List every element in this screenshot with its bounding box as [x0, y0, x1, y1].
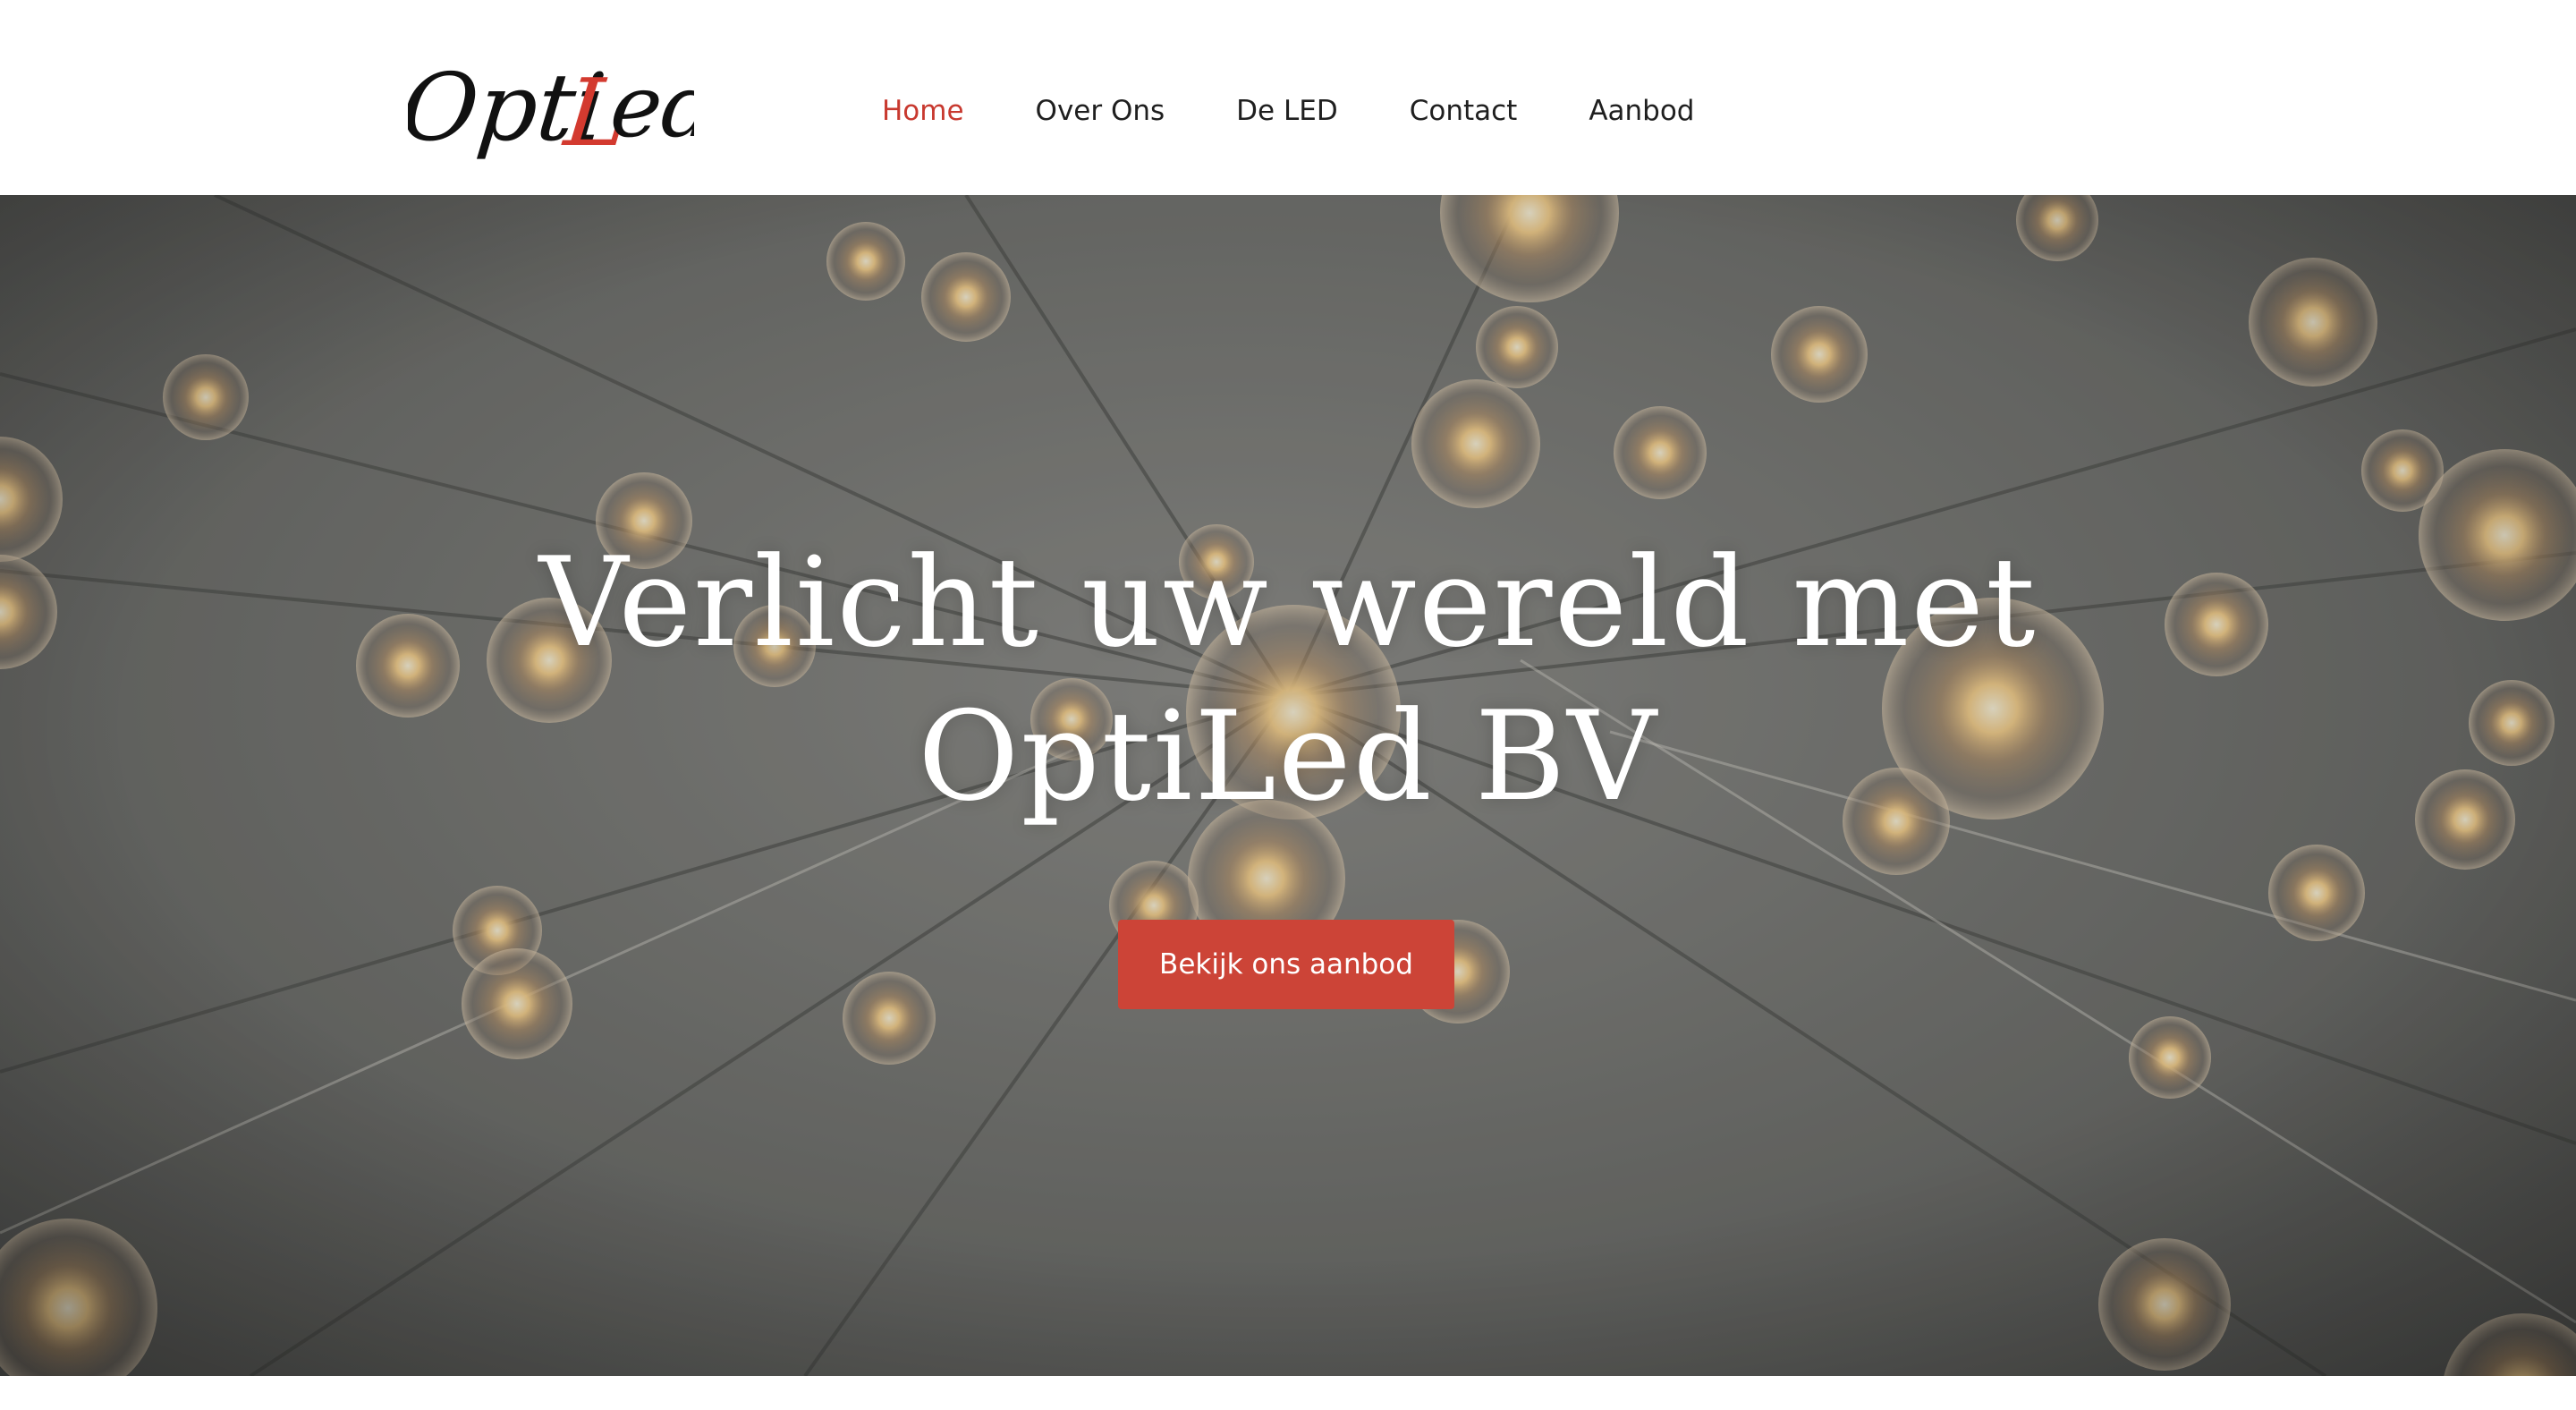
svg-text:ed: ed	[606, 56, 694, 157]
optiled-logo[interactable]: Opti L ed	[396, 50, 723, 175]
hero-heading: Verlicht uw wereld met OptiLed BV	[483, 526, 2093, 834]
nav-item-contact[interactable]: Contact	[1410, 95, 1518, 127]
nav-item-de-led[interactable]: De LED	[1236, 95, 1338, 127]
hero-heading-line-1: Verlicht uw wereld met	[538, 531, 2038, 675]
nav-item-over-ons[interactable]: Over Ons	[1036, 95, 1165, 127]
hero-section: Verlicht uw wereld met OptiLed BV Bekijk…	[0, 195, 2576, 1376]
view-offer-button[interactable]: Bekijk ons aanbod	[1118, 920, 1454, 1009]
nav-item-aanbod[interactable]: Aanbod	[1589, 95, 1694, 127]
logo-wordmark: Opti L ed	[396, 53, 723, 167]
hero-heading-line-2: OptiLed BV	[918, 684, 1658, 828]
main-nav: Home Over Ons De LED Contact Aanbod	[882, 86, 1695, 136]
nav-item-home[interactable]: Home	[882, 95, 964, 127]
site-header: Opti L ed Home Over Ons De LED Contact A…	[0, 0, 2576, 195]
